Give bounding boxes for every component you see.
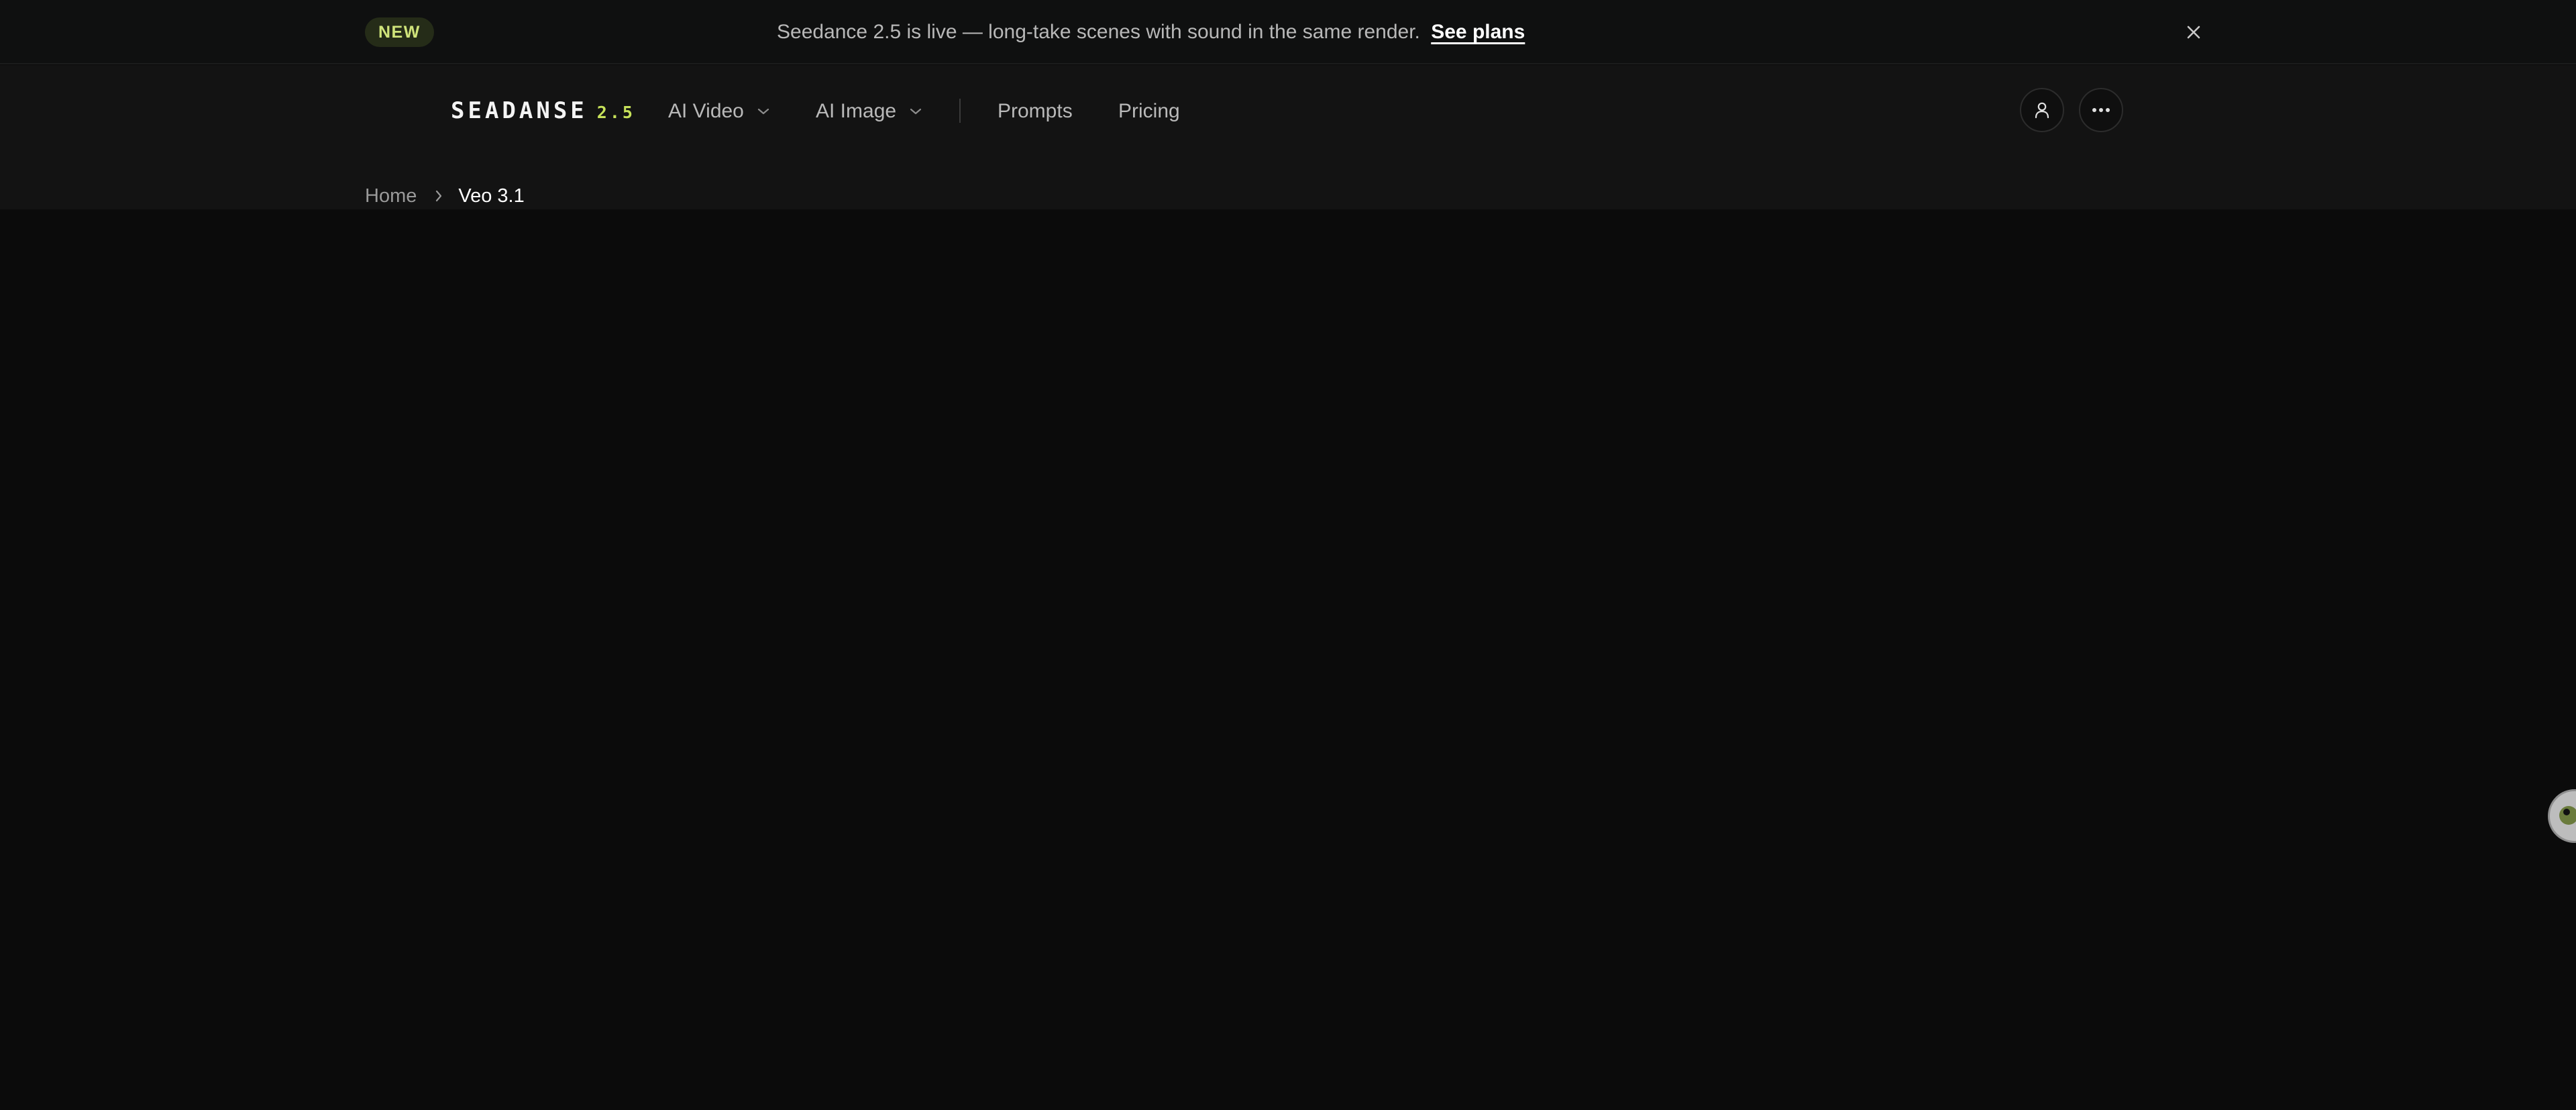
nav-pricing[interactable]: Pricing	[1118, 95, 1180, 128]
chat-avatar-eye	[2563, 809, 2570, 815]
nav-ai-video-label: AI Video	[668, 100, 744, 122]
close-announcement-button[interactable]	[2180, 19, 2207, 46]
nav-divider	[959, 99, 961, 123]
nav-pricing-label: Pricing	[1118, 100, 1180, 122]
nav-ai-video[interactable]: AI Video	[668, 95, 771, 128]
announcement-text: Seedance 2.5 is live — long-take scenes …	[777, 21, 1420, 43]
close-icon	[2187, 26, 2200, 39]
breadcrumb-home-link[interactable]: Home	[365, 185, 417, 207]
chat-widget-button[interactable]	[2548, 789, 2576, 843]
logo-version: 2.5	[596, 103, 635, 122]
chevron-down-icon	[756, 107, 771, 116]
see-plans-link[interactable]: See plans	[1431, 21, 1525, 43]
nav-prompts-label: Prompts	[998, 100, 1073, 122]
nav-ai-image[interactable]: AI Image	[816, 95, 923, 128]
user-icon	[2035, 102, 2049, 119]
nav-ai-image-label: AI Image	[816, 100, 897, 122]
site-logo[interactable]: SEADANSE 2.5	[451, 97, 635, 124]
announcement-bar: NEW Seedance 2.5 is live — long-take sce…	[0, 0, 2576, 64]
new-badge: NEW	[365, 17, 434, 47]
main-content	[0, 209, 2576, 1110]
chevron-down-icon	[908, 107, 923, 116]
nav-prompts[interactable]: Prompts	[998, 95, 1073, 128]
more-icon	[2092, 108, 2110, 112]
announcement-message: Seedance 2.5 is live — long-take scenes …	[777, 19, 1525, 46]
breadcrumb: Home Veo 3.1	[365, 183, 525, 209]
breadcrumb-current: Veo 3.1	[458, 185, 525, 207]
account-button[interactable]	[2020, 88, 2064, 132]
chevron-right-icon	[434, 189, 443, 203]
logo-wordmark: SEADANSE	[451, 97, 588, 124]
more-menu-button[interactable]	[2079, 88, 2123, 132]
